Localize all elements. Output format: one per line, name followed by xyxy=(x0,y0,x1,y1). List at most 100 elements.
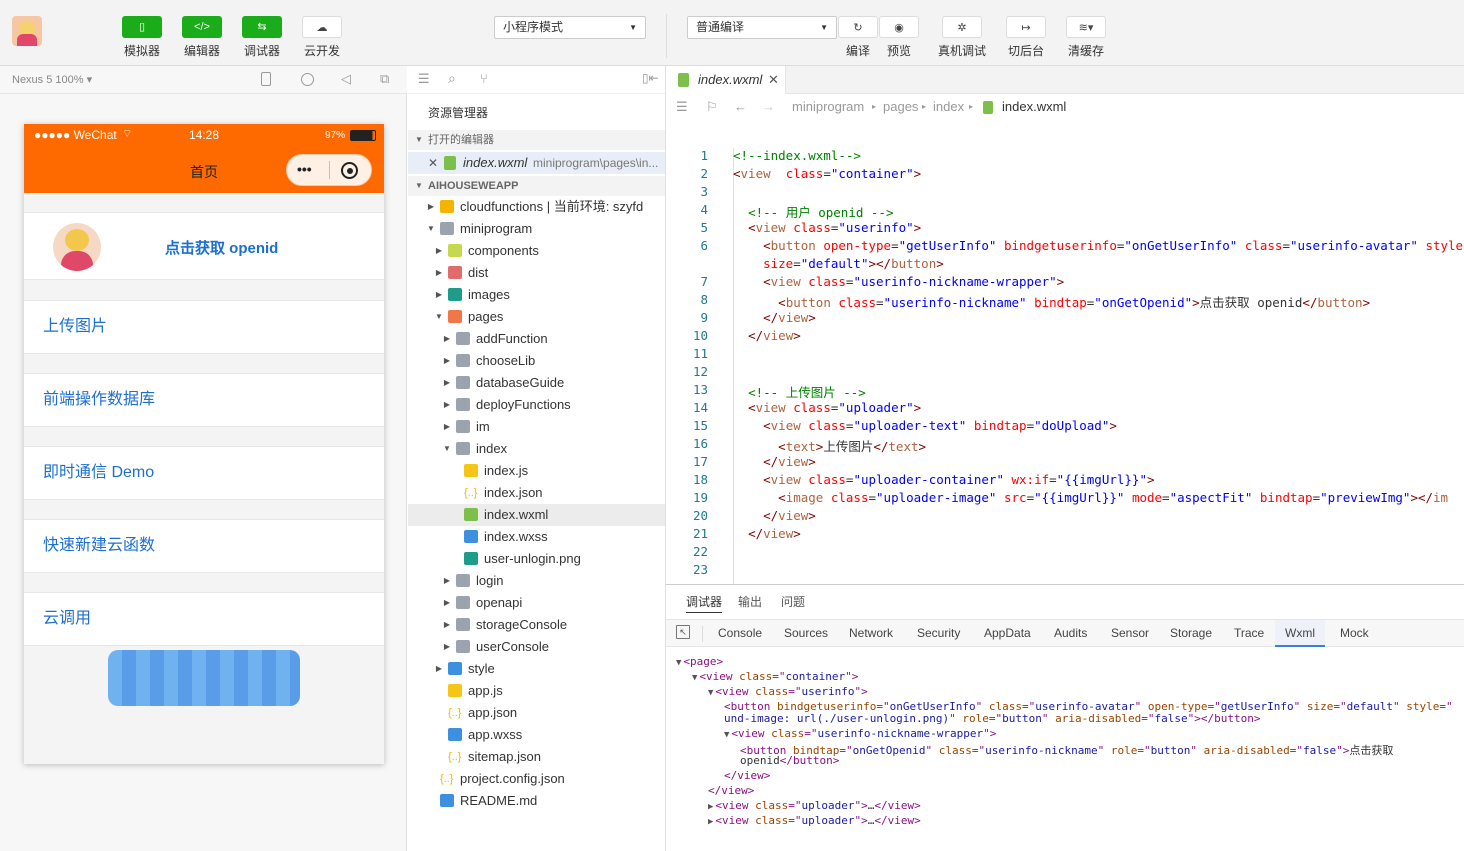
compile-select[interactable]: 普通编译 ▼ xyxy=(687,16,837,39)
chevron-down-icon: ▼ xyxy=(443,444,451,453)
tree-item[interactable]: ▶ cloudfunctions | 当前环境: szyfd xyxy=(408,196,665,218)
devtools-tab-console[interactable]: Console xyxy=(718,620,762,647)
bookmark-icon[interactable]: ⚐ xyxy=(706,94,718,120)
devtools-tab-audits[interactable]: Audits xyxy=(1054,620,1087,647)
panel-tab[interactable]: 调试器 xyxy=(686,585,723,613)
project-header[interactable]: ▼ AIHOUSEWEAPP xyxy=(408,176,665,196)
inspect-element-icon[interactable]: ↖ xyxy=(676,625,690,639)
mode-select[interactable]: 小程序模式 ▼ xyxy=(494,16,646,39)
breadcrumb-item[interactable]: miniprogram xyxy=(792,94,864,120)
tree-item[interactable]: {..} app.json xyxy=(408,702,665,724)
menu-upload-image[interactable]: 上传图片 xyxy=(24,300,384,354)
tree-item[interactable]: ▼ pages xyxy=(408,306,665,328)
volume-icon[interactable]: ◁ xyxy=(341,71,351,87)
tree-item[interactable]: ▶ deployFunctions xyxy=(408,394,665,416)
rotate-device-icon[interactable] xyxy=(261,72,271,86)
list-icon[interactable]: ☰ xyxy=(418,71,430,87)
tree-item[interactable]: ▶ images xyxy=(408,284,665,306)
panel-tab[interactable]: 问题 xyxy=(781,585,805,619)
close-icon[interactable]: ✕ xyxy=(428,152,438,174)
detach-window-icon[interactable]: ⧉ xyxy=(380,71,389,87)
remote-debug-button[interactable]: ✲ 真机调试 xyxy=(938,16,986,59)
tree-item[interactable]: index.js xyxy=(408,460,665,482)
dom-node[interactable]: ▼ <page> xyxy=(676,655,723,668)
devtools-tab-security[interactable]: Security xyxy=(917,620,960,647)
record-icon[interactable] xyxy=(301,73,314,86)
dom-node[interactable]: und-image: url(./user-unlogin.png)" role… xyxy=(724,712,1261,725)
tree-item[interactable]: index.wxss xyxy=(408,526,665,548)
cloud-dev-label: 云开发 xyxy=(303,44,340,58)
wxss-file-icon xyxy=(448,728,462,741)
menu-db-operations[interactable]: 前端操作数据库 xyxy=(24,373,384,427)
devtools-tab-trace[interactable]: Trace xyxy=(1234,620,1264,647)
menu-new-cloud-function[interactable]: 快速新建云函数 xyxy=(24,519,384,573)
tree-item[interactable]: app.js xyxy=(408,680,665,702)
list-icon[interactable]: ☰ xyxy=(676,94,688,120)
tree-item[interactable]: ▼ miniprogram xyxy=(408,218,665,240)
collapse-panel-icon[interactable]: ▯⇤ xyxy=(642,71,659,85)
devtools-tab-network[interactable]: Network xyxy=(849,620,893,647)
simulator-toggle-button[interactable]: ▯ 模拟器 xyxy=(122,16,162,59)
dom-node[interactable]: openid</button> xyxy=(740,754,839,767)
tree-item[interactable]: {..} index.json xyxy=(408,482,665,504)
panel-tab[interactable]: 输出 xyxy=(738,585,762,619)
tree-item[interactable]: ▶ login xyxy=(408,570,665,592)
tree-item[interactable]: ▶ userConsole xyxy=(408,636,665,658)
tree-item[interactable]: index.wxml xyxy=(408,504,665,526)
tree-item[interactable]: ▶ addFunction xyxy=(408,328,665,350)
menu-cloud-call[interactable]: 云调用 xyxy=(24,592,384,646)
dom-node[interactable]: ▼ <view class="userinfo"> xyxy=(708,685,868,698)
debugger-toggle-button[interactable]: ⇆ 调试器 xyxy=(242,16,282,59)
editor-toggle-button[interactable]: </> 编辑器 xyxy=(182,16,222,59)
device-select[interactable]: Nexus 5 100% ▾ xyxy=(12,73,92,86)
clear-cache-button[interactable]: ≋▾ 清缓存 xyxy=(1066,16,1106,59)
get-openid-button[interactable]: 点击获取 openid xyxy=(165,237,278,258)
open-editor-item[interactable]: ✕ index.wxml miniprogram\pages\in... xyxy=(408,152,665,174)
devtools-tab-storage[interactable]: Storage xyxy=(1170,620,1212,647)
tree-item[interactable]: {..} project.config.json xyxy=(408,768,665,790)
back-arrow-icon[interactable]: ← xyxy=(734,94,747,120)
devtools-tab-appdata[interactable]: AppData xyxy=(984,620,1031,647)
breadcrumb-item[interactable]: index.wxml xyxy=(1002,94,1066,120)
dom-node[interactable]: ▼ <view class="userinfo-nickname-wrapper"… xyxy=(724,727,996,740)
search-icon[interactable]: ⌕ xyxy=(448,70,456,87)
dom-node[interactable]: </view> xyxy=(708,784,754,797)
devtools-tab-wxml[interactable]: Wxml xyxy=(1275,620,1325,647)
user-avatar[interactable] xyxy=(12,16,42,46)
dom-node[interactable]: ▶ <view class="uploader">…</view> xyxy=(708,814,921,827)
more-dots-icon[interactable]: ••• xyxy=(297,161,312,177)
devtools-tab-sensor[interactable]: Sensor xyxy=(1111,620,1149,647)
tree-item[interactable]: ▶ style xyxy=(408,658,665,680)
open-editors-header[interactable]: ▼ 打开的编辑器 xyxy=(408,130,665,150)
devtools-tab-mock[interactable]: Mock xyxy=(1340,620,1369,647)
tree-item[interactable]: ▶ openapi xyxy=(408,592,665,614)
wxml-file-icon xyxy=(678,73,689,87)
dom-node[interactable]: </view> xyxy=(724,769,770,782)
devtools-tab-sources[interactable]: Sources xyxy=(784,620,828,647)
user-avatar-button[interactable] xyxy=(53,223,101,271)
tab-index-wxml[interactable]: index.wxml ✕ xyxy=(666,66,786,94)
tree-item[interactable]: ▶ chooseLib xyxy=(408,350,665,372)
close-miniprogram-icon[interactable] xyxy=(341,162,358,179)
tree-item[interactable]: app.wxss xyxy=(408,724,665,746)
preview-button[interactable]: ◉ 预览 xyxy=(879,16,919,59)
breadcrumb-item[interactable]: index xyxy=(933,94,964,120)
tree-item[interactable]: ▶ components xyxy=(408,240,665,262)
forward-arrow-icon[interactable]: → xyxy=(762,94,775,120)
tree-item[interactable]: ▶ databaseGuide xyxy=(408,372,665,394)
tree-item[interactable]: README.md xyxy=(408,790,665,812)
menu-im-demo[interactable]: 即时通信 Demo xyxy=(24,446,384,500)
tree-item[interactable]: user-unlogin.png xyxy=(408,548,665,570)
git-branch-icon[interactable]: ⑂ xyxy=(480,71,488,86)
breadcrumb-item[interactable]: pages xyxy=(883,94,918,120)
tree-item[interactable]: ▼ index xyxy=(408,438,665,460)
switch-background-button[interactable]: ↦ 切后台 xyxy=(1006,16,1046,59)
tree-item[interactable]: ▶ dist xyxy=(408,262,665,284)
tree-item[interactable]: {..} sitemap.json xyxy=(408,746,665,768)
tree-item[interactable]: ▶ storageConsole xyxy=(408,614,665,636)
close-icon[interactable]: ✕ xyxy=(768,66,779,94)
tree-item[interactable]: ▶ im xyxy=(408,416,665,438)
cloud-dev-button[interactable]: ☁ 云开发 xyxy=(302,16,342,59)
dom-node[interactable]: ▶ <view class="uploader">…</view> xyxy=(708,799,921,812)
dom-node[interactable]: ▼ <view class="container"> xyxy=(692,670,858,683)
